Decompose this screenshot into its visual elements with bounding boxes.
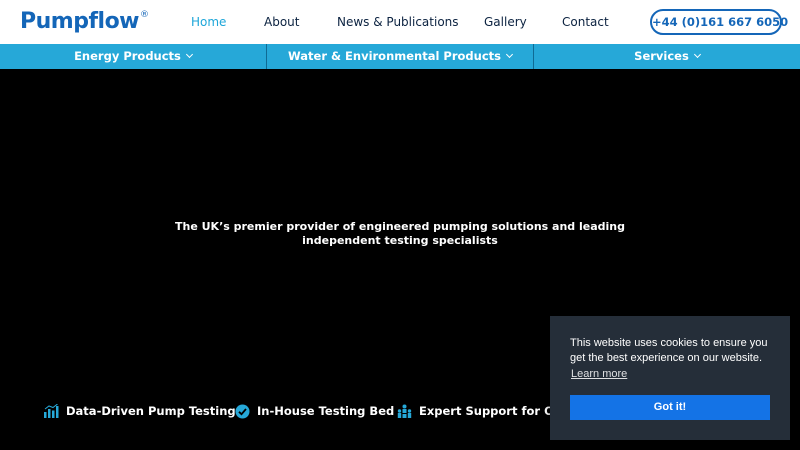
cookie-banner: This website uses cookies to ensure you … xyxy=(550,316,790,440)
nav-news-publications[interactable]: News & Publications xyxy=(337,15,459,29)
chevron-down-icon xyxy=(185,50,193,59)
bar-chart-icon xyxy=(44,404,59,418)
pumpflow-logo[interactable]: Pumpflow® xyxy=(20,9,149,34)
chevron-down-icon xyxy=(693,50,701,59)
subnav-label: Water & Environmental Products xyxy=(287,49,502,63)
nav-home[interactable]: Home xyxy=(191,15,226,29)
subnav-label: Services xyxy=(634,49,689,63)
feature-in-house-testing-bed: In-House Testing Bed xyxy=(235,402,394,420)
chevron-down-icon xyxy=(505,50,514,59)
feature-data-driven-pump-testing: Data-Driven Pump Testing xyxy=(44,402,236,420)
hero-tagline: The UK’s premier provider of engineered … xyxy=(175,220,625,247)
feature-label: In-House Testing Bed xyxy=(257,404,395,418)
feature-label: Data-Driven Pump Testing xyxy=(66,404,236,418)
product-subnav: Energy Products Water & Environmental Pr… xyxy=(0,44,800,69)
subnav-label: Energy Products xyxy=(74,49,181,63)
team-icon xyxy=(397,404,412,418)
got-it-button[interactable]: Got it! xyxy=(570,395,770,420)
learn-more-link[interactable]: Learn more xyxy=(571,368,627,380)
phone-button[interactable]: +44 (0)161 667 6050 xyxy=(650,9,788,35)
subnav-services[interactable]: Services xyxy=(534,44,800,69)
subnav-energy-products[interactable]: Energy Products xyxy=(0,44,266,69)
verified-badge-icon xyxy=(235,404,250,418)
site-header: Pumpflow® Home About News & Publications… xyxy=(0,0,800,44)
nav-contact[interactable]: Contact xyxy=(562,15,609,29)
cookie-message: This website uses cookies to ensure you … xyxy=(570,337,768,364)
nav-gallery[interactable]: Gallery xyxy=(484,15,527,29)
subnav-water-environmental-products[interactable]: Water & Environmental Products xyxy=(267,44,533,69)
nav-about[interactable]: About xyxy=(264,15,299,29)
